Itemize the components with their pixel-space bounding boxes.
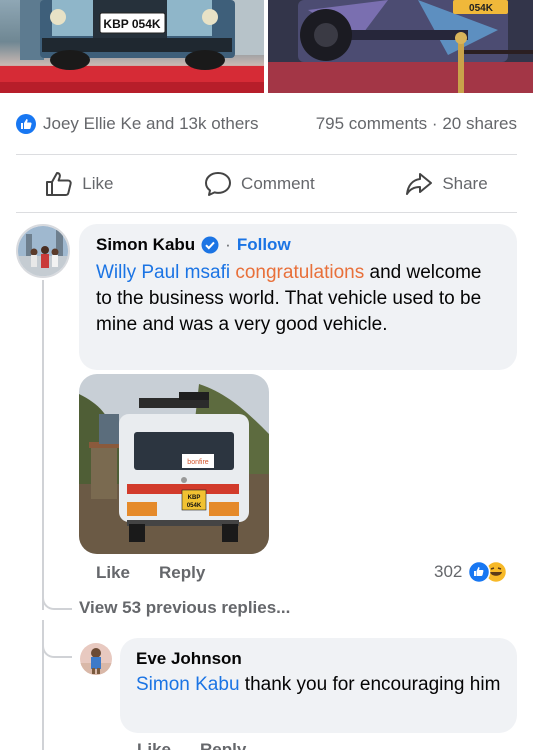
- post-photo-grid: KBP 054K 054K: [0, 0, 533, 93]
- comment-reply-button[interactable]: Reply: [159, 563, 205, 583]
- comment-author[interactable]: Simon Kabu: [96, 235, 195, 255]
- vehicle-rear-image: 054K: [268, 0, 533, 93]
- follow-button[interactable]: Follow: [237, 235, 291, 255]
- like-button[interactable]: Like: [39, 171, 119, 197]
- van-sign-text: bonfire: [187, 459, 209, 466]
- rear-plate-text: 054K: [469, 3, 494, 14]
- thread-connector: [42, 632, 72, 658]
- thread-connector: [42, 588, 72, 610]
- reply-author-avatar[interactable]: [80, 643, 112, 675]
- reply-reply-button[interactable]: Reply: [200, 740, 246, 750]
- share-label: Share: [442, 174, 488, 193]
- shares-count[interactable]: 20 shares: [442, 114, 517, 133]
- post-photo-left[interactable]: KBP 054K: [0, 0, 264, 93]
- post-photo-right[interactable]: 054K: [268, 0, 533, 93]
- share-arrow-icon: [406, 173, 433, 195]
- view-previous-replies-link[interactable]: View 53 previous replies...: [79, 598, 290, 618]
- separator-dot: ·: [431, 114, 438, 133]
- comment-bubble: Simon Kabu · Follow Willy Paul msafi con…: [79, 224, 517, 370]
- reply-body: thank you for encouraging him: [239, 674, 501, 695]
- divider: [16, 212, 517, 213]
- separator-dot: ·: [225, 235, 231, 254]
- commenter-avatar[interactable]: [16, 224, 70, 278]
- front-plate-text: KBP 054K: [103, 17, 160, 31]
- van-plate-line2: 054K: [187, 503, 202, 509]
- van-photo-image: bonfire KBP 054K: [79, 374, 269, 554]
- comment-reaction-count: 302: [434, 562, 463, 581]
- comment-like-button[interactable]: Like: [96, 563, 130, 583]
- engagement-counts: 795 comments · 20 shares: [316, 114, 517, 134]
- like-reaction-icon: [16, 114, 36, 134]
- like-label: Like: [82, 174, 114, 193]
- comment-mention[interactable]: Willy Paul msafi: [96, 262, 230, 283]
- post-stats-row: Joey Ellie Ke and 13k others 795 comment…: [16, 112, 517, 136]
- reactions-summary[interactable]: Joey Ellie Ke and 13k others: [16, 114, 258, 134]
- verified-badge-icon: [201, 236, 219, 254]
- reply-mention[interactable]: Simon Kabu: [136, 674, 240, 695]
- thumbs-up-icon: [46, 172, 72, 196]
- comment-photo[interactable]: bonfire KBP 054K: [79, 374, 269, 554]
- comment-highlight-word: congratulations: [235, 262, 365, 283]
- comments-count[interactable]: 795 comments: [316, 114, 428, 133]
- thread-line: [42, 280, 44, 610]
- comment-bubble-icon: [205, 172, 232, 196]
- comment-label: Comment: [241, 174, 315, 193]
- share-button[interactable]: Share: [399, 171, 493, 197]
- divider: [16, 154, 517, 155]
- reply-author[interactable]: Eve Johnson: [136, 648, 501, 670]
- reply-like-button[interactable]: Like: [137, 740, 171, 750]
- reactors-text: Joey Ellie Ke and 13k others: [43, 114, 259, 133]
- comment-button[interactable]: Comment: [198, 171, 321, 197]
- post-action-bar: Like Comment Share: [0, 166, 533, 202]
- comment-text: Willy Paul msafi congratulations and wel…: [96, 260, 500, 338]
- like-haha-reaction-icons: [468, 560, 508, 584]
- comment-reactions[interactable]: 302: [434, 560, 508, 584]
- van-plate-line1: KBP: [188, 495, 201, 501]
- reply-bubble: Eve Johnson Simon Kabu thank you for enc…: [120, 638, 517, 733]
- vehicle-front-image: KBP 054K: [0, 0, 264, 93]
- reply-text: Simon Kabu thank you for encouraging him: [136, 672, 501, 698]
